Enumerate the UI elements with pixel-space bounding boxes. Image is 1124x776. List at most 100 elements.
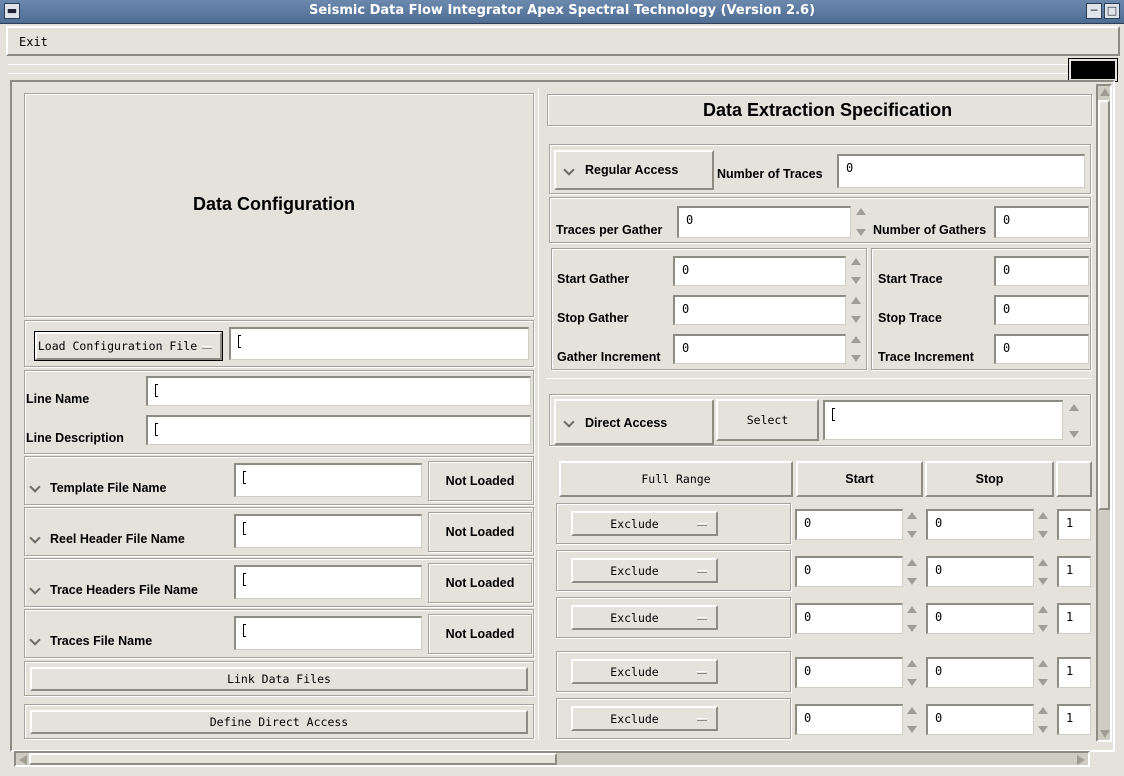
- chevron-down-icon[interactable]: [29, 583, 41, 595]
- exit-menu-item[interactable]: Exit: [19, 35, 48, 49]
- start-trace-input[interactable]: 0: [994, 256, 1089, 286]
- full-range-button[interactable]: Full Range: [559, 461, 793, 497]
- number-of-gathers-label: Number of Gathers: [873, 223, 987, 237]
- maximize-button[interactable]: □: [1104, 3, 1120, 19]
- gather-increment-spinner[interactable]: [850, 334, 862, 364]
- regular-access-toggle[interactable]: Regular Access: [554, 150, 714, 190]
- select-path-input[interactable]: [823, 400, 1063, 440]
- increment-input[interactable]: 1: [1057, 556, 1091, 587]
- stop-spinner[interactable]: [1037, 658, 1049, 688]
- start-spinner[interactable]: [906, 604, 918, 634]
- scroll-down-arrow-icon[interactable]: [1100, 730, 1110, 738]
- link-data-files-button[interactable]: Link Data Files: [30, 667, 528, 691]
- table-row: Exclude: [556, 503, 791, 544]
- column-header-stop: Stop: [925, 461, 1054, 497]
- traces-per-gather-spinner[interactable]: [855, 206, 867, 238]
- horizontal-scrollbar[interactable]: [14, 751, 1090, 767]
- stop-spinner[interactable]: [1037, 604, 1049, 634]
- status-indicator: [1069, 59, 1117, 81]
- vertical-scrollbar[interactable]: [1096, 84, 1112, 742]
- select-button[interactable]: Select: [716, 399, 819, 441]
- separator: [8, 73, 1068, 74]
- scroll-left-arrow-icon[interactable]: [19, 755, 27, 765]
- gather-increment-input[interactable]: 0: [673, 334, 846, 364]
- stop-spinner[interactable]: [1037, 557, 1049, 587]
- stop-spinner[interactable]: [1037, 705, 1049, 735]
- stop-trace-label: Stop Trace: [878, 311, 942, 325]
- scroll-up-arrow-icon[interactable]: [1100, 88, 1110, 96]
- status-badge: Not Loaded: [428, 563, 532, 603]
- direct-access-toggle[interactable]: Direct Access: [554, 399, 714, 445]
- stop-trace-input[interactable]: 0: [994, 295, 1089, 325]
- file-input[interactable]: [234, 565, 422, 599]
- line-description-input[interactable]: [146, 415, 531, 445]
- exclude-dropdown[interactable]: Exclude: [571, 706, 718, 731]
- start-gather-input[interactable]: 0: [673, 256, 846, 286]
- chevron-down-icon[interactable]: [29, 634, 41, 646]
- start-spinner[interactable]: [906, 510, 918, 540]
- dropdown-indicator-icon: [697, 523, 707, 526]
- file-row: Reel Header File Name Not Loaded: [24, 507, 534, 556]
- traces-per-gather-label: Traces per Gather: [556, 223, 663, 237]
- traces-per-gather-input[interactable]: 0: [677, 206, 851, 238]
- text-cursor-icon: [155, 423, 158, 436]
- stop-input[interactable]: 0: [926, 603, 1034, 634]
- exclude-dropdown[interactable]: Exclude: [571, 659, 718, 684]
- file-label: Trace Headers File Name: [50, 583, 198, 597]
- start-spinner[interactable]: [906, 705, 918, 735]
- trace-increment-input[interactable]: 0: [994, 334, 1089, 364]
- start-input[interactable]: 0: [795, 704, 903, 735]
- stop-input[interactable]: 0: [926, 657, 1034, 688]
- dropdown-indicator-icon: [697, 718, 707, 721]
- chevron-down-icon[interactable]: [29, 481, 41, 493]
- chevron-down-icon[interactable]: [29, 532, 41, 544]
- table-row: Exclude: [556, 651, 791, 692]
- increment-input[interactable]: 1: [1057, 657, 1091, 688]
- load-config-button[interactable]: Load Configuration File: [34, 331, 223, 361]
- start-input[interactable]: 0: [795, 556, 903, 587]
- config-file-input[interactable]: [229, 327, 529, 360]
- select-path-spinner[interactable]: [1068, 402, 1080, 440]
- config-heading: Data Configuration: [193, 194, 355, 214]
- text-cursor-icon: [832, 408, 835, 421]
- increment-input[interactable]: 1: [1057, 603, 1091, 634]
- start-input[interactable]: 0: [795, 603, 903, 634]
- number-of-gathers-input[interactable]: 0: [994, 206, 1089, 238]
- exclude-dropdown[interactable]: Exclude: [571, 558, 718, 583]
- define-direct-access-button[interactable]: Define Direct Access: [30, 710, 528, 734]
- stop-input[interactable]: 0: [926, 704, 1034, 735]
- horizontal-scroll-thumb[interactable]: [29, 753, 557, 765]
- file-label: Reel Header File Name: [50, 532, 185, 546]
- exclude-dropdown[interactable]: Exclude: [571, 605, 718, 630]
- start-gather-spinner[interactable]: [850, 256, 862, 286]
- file-input[interactable]: [234, 514, 422, 548]
- vertical-scroll-thumb[interactable]: [1098, 100, 1110, 510]
- increment-input[interactable]: 1: [1057, 704, 1091, 735]
- scroll-right-arrow-icon[interactable]: [1077, 755, 1085, 765]
- text-cursor-icon: [243, 573, 246, 586]
- line-description-label: Line Description: [26, 431, 124, 445]
- stop-input[interactable]: 0: [926, 556, 1034, 587]
- increment-input[interactable]: 1: [1057, 509, 1091, 540]
- start-spinner[interactable]: [906, 658, 918, 688]
- config-heading-panel: Data Configuration: [24, 93, 534, 317]
- stop-spinner[interactable]: [1037, 510, 1049, 540]
- start-input[interactable]: 0: [795, 509, 903, 540]
- table-row: Exclude: [556, 698, 791, 739]
- stop-gather-input[interactable]: 0: [673, 295, 846, 325]
- stop-gather-spinner[interactable]: [850, 295, 862, 325]
- exclude-dropdown[interactable]: Exclude: [571, 511, 718, 536]
- file-input[interactable]: [234, 463, 422, 497]
- minimize-button[interactable]: ─: [1086, 3, 1102, 19]
- start-spinner[interactable]: [906, 557, 918, 587]
- window-title: Seismic Data Flow Integrator Apex Spectr…: [308, 3, 816, 18]
- line-name-input[interactable]: [146, 376, 531, 406]
- status-badge: Not Loaded: [428, 512, 532, 552]
- number-of-traces-input[interactable]: 0: [837, 154, 1085, 188]
- gather-increment-label: Gather Increment: [557, 350, 661, 364]
- start-input[interactable]: 0: [795, 657, 903, 688]
- text-cursor-icon: [155, 384, 158, 397]
- stop-input[interactable]: 0: [926, 509, 1034, 540]
- start-gather-label: Start Gather: [557, 272, 630, 286]
- file-input[interactable]: [234, 616, 422, 650]
